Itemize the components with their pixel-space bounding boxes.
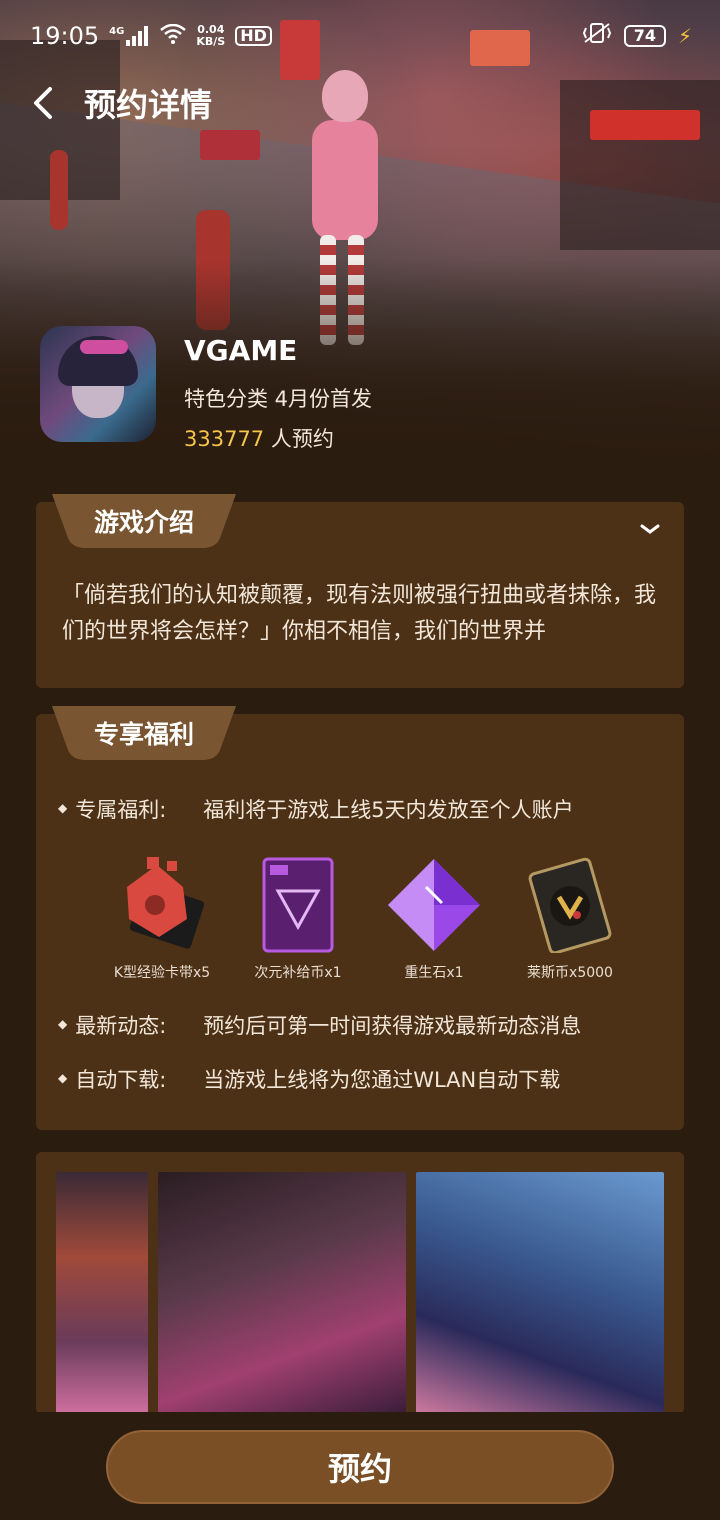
bottom-bar: 预约	[0, 1412, 720, 1520]
reserve-button[interactable]: 预约	[106, 1430, 614, 1504]
benefits-tab: 专享福利	[52, 706, 236, 760]
benefit-label: 最新动态:	[75, 1014, 167, 1038]
screenshots-card	[36, 1152, 684, 1414]
purple-card-icon	[230, 850, 366, 960]
crystal-icon	[366, 850, 502, 960]
benefits-tab-label: 专享福利	[93, 720, 194, 749]
reward-caption: 莱斯币x5000	[527, 965, 613, 981]
benefit-text: 预约后可第一时间获得游戏最新动态消息	[203, 1014, 582, 1038]
reward-caption: 重生石x1	[404, 965, 464, 981]
benefit-label: 自动下载:	[75, 1068, 167, 1092]
benefit-text: 当游戏上线将为您通过WLAN自动下载	[203, 1068, 561, 1092]
reserve-count-number: 333777	[184, 427, 265, 451]
page-title: 预约详情	[84, 86, 213, 124]
reward-items: K型经验卡带x5 次元补给币x1 重生石x1 莱斯币x5000	[94, 850, 638, 982]
benefit-text: 福利将于游戏上线5天内发放至个人账户	[203, 798, 574, 822]
intro-text: 「倘若我们的认知被颠覆，现有法则被强行扭曲或者抹除，我们的世界将会怎样？」你相不…	[62, 583, 657, 644]
reward-item: 重生石x1	[366, 850, 502, 982]
bullet-icon: ◆	[58, 801, 68, 815]
bullet-icon: ◆	[58, 1017, 68, 1031]
benefit-row: ◆ 专属福利: 福利将于游戏上线5天内发放至个人账户	[58, 794, 574, 824]
app-subtitle: 特色分类 4月份首发	[184, 387, 373, 411]
signal-icon: 4G	[109, 26, 150, 46]
app-info: VGAME 特色分类 4月份首发 333777 人预约	[40, 326, 372, 453]
benefit-row: ◆ 最新动态: 预约后可第一时间获得游戏最新动态消息	[58, 1010, 581, 1040]
reward-item: 莱斯币x5000	[502, 850, 638, 982]
wifi-icon	[160, 22, 187, 50]
app-name: VGAME	[184, 334, 298, 367]
vibrate-icon	[582, 22, 612, 50]
reward-caption: K型经验卡带x5	[113, 965, 211, 981]
screenshot-thumb[interactable]	[416, 1172, 664, 1414]
benefit-row: ◆ 自动下载: 当游戏上线将为您通过WLAN自动下载	[58, 1064, 560, 1094]
intro-card: 游戏介绍 「倘若我们的认知被颠覆，现有法则被强行扭曲或者抹除，我们的世界将会怎样…	[36, 494, 684, 688]
reserve-count: 333777 人预约	[184, 423, 372, 453]
battery-level: 74	[623, 25, 666, 47]
reward-item: K型经验卡带x5	[94, 850, 230, 982]
benefit-label: 专属福利:	[75, 798, 167, 822]
reward-item: 次元补给币x1	[230, 850, 366, 982]
bullet-icon: ◆	[58, 1071, 68, 1085]
benefits-card: 专享福利 ◆ 专属福利: 福利将于游戏上线5天内发放至个人账户 K型经验卡带x5…	[36, 706, 684, 1130]
hd-badge: HD	[235, 26, 272, 46]
net-speed: 0.04 KB/S	[196, 23, 226, 48]
intro-tab-label: 游戏介绍	[93, 508, 194, 537]
reserve-count-suffix: 人预约	[264, 427, 334, 451]
status-bar: 19:05 4G 0.04 KB/S HD 74 ⚡	[0, 0, 720, 72]
status-time: 19:05	[30, 22, 100, 50]
title-bar: 预约详情	[0, 72, 720, 134]
coin-card-icon	[502, 850, 638, 960]
intro-tab: 游戏介绍	[52, 494, 236, 548]
cartridge-icon	[94, 850, 230, 960]
reward-caption: 次元补给币x1	[254, 965, 342, 981]
back-arrow-icon[interactable]	[28, 83, 58, 123]
chevron-down-icon[interactable]	[638, 520, 662, 540]
hero-bollard	[50, 150, 68, 230]
charging-icon: ⚡	[677, 24, 692, 48]
screenshot-thumb[interactable]	[56, 1172, 148, 1414]
app-icon	[40, 326, 156, 442]
hero-car	[200, 130, 260, 160]
screenshot-thumb[interactable]	[158, 1172, 406, 1414]
